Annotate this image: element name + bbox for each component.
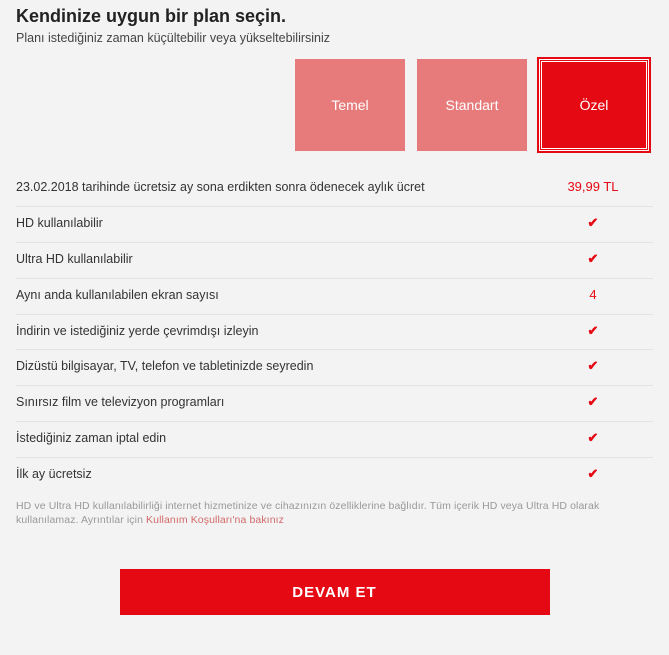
row-devices-label: Dizüstü bilgisayar, TV, telefon ve table…: [16, 358, 533, 375]
continue-button[interactable]: DEVAM ET: [120, 569, 550, 615]
row-hd: HD kullanılabilir ✔: [16, 207, 653, 243]
check-icon: ✔: [588, 251, 599, 266]
row-devices: Dizüstü bilgisayar, TV, telefon ve table…: [16, 350, 653, 386]
check-icon: ✔: [588, 466, 599, 481]
check-icon: ✔: [588, 215, 599, 230]
row-uhd-label: Ultra HD kullanılabilir: [16, 251, 533, 268]
row-freemonth-label: İlk ay ücretsiz: [16, 466, 533, 483]
plan-tile-basic[interactable]: Temel: [295, 59, 405, 151]
fineprint-text: HD ve Ultra HD kullanılabilirliği intern…: [16, 500, 599, 526]
plan-tile-standard[interactable]: Standart: [417, 59, 527, 151]
row-download: İndirin ve istediğiniz yerde çevrimdışı …: [16, 315, 653, 351]
row-price-label: 23.02.2018 tarihinde ücretsiz ay sona er…: [16, 179, 533, 196]
row-freemonth: İlk ay ücretsiz ✔: [16, 458, 653, 493]
plan-tile-premium[interactable]: Özel: [539, 59, 649, 151]
check-icon: ✔: [588, 358, 599, 373]
row-uhd: Ultra HD kullanılabilir ✔: [16, 243, 653, 279]
row-screens-label: Aynı anda kullanılabilen ekran sayısı: [16, 287, 533, 304]
fineprint: HD ve Ultra HD kullanılabilirliği intern…: [16, 499, 653, 527]
row-screens: Aynı anda kullanılabilen ekran sayısı 4: [16, 279, 653, 315]
terms-link[interactable]: Kullanım Koşulları'na bakınız: [146, 514, 284, 526]
row-price: 23.02.2018 tarihinde ücretsiz ay sona er…: [16, 171, 653, 207]
check-icon: ✔: [588, 323, 599, 338]
row-hd-label: HD kullanılabilir: [16, 215, 533, 232]
row-download-label: İndirin ve istediğiniz yerde çevrimdışı …: [16, 323, 533, 340]
check-icon: ✔: [588, 394, 599, 409]
plan-tiles: Temel Standart Özel: [16, 59, 653, 151]
row-unlimited-label: Sınırsız film ve televizyon programları: [16, 394, 533, 411]
row-price-value: 39,99 TL: [533, 179, 653, 194]
page-title: Kendinize uygun bir plan seçin.: [16, 6, 653, 27]
row-screens-value: 4: [533, 287, 653, 302]
page-subtitle: Planı istediğiniz zaman küçültebilir vey…: [16, 31, 653, 45]
row-cancel: İstediğiniz zaman iptal edin ✔: [16, 422, 653, 458]
row-cancel-label: İstediğiniz zaman iptal edin: [16, 430, 533, 447]
row-unlimited: Sınırsız film ve televizyon programları …: [16, 386, 653, 422]
check-icon: ✔: [588, 430, 599, 445]
